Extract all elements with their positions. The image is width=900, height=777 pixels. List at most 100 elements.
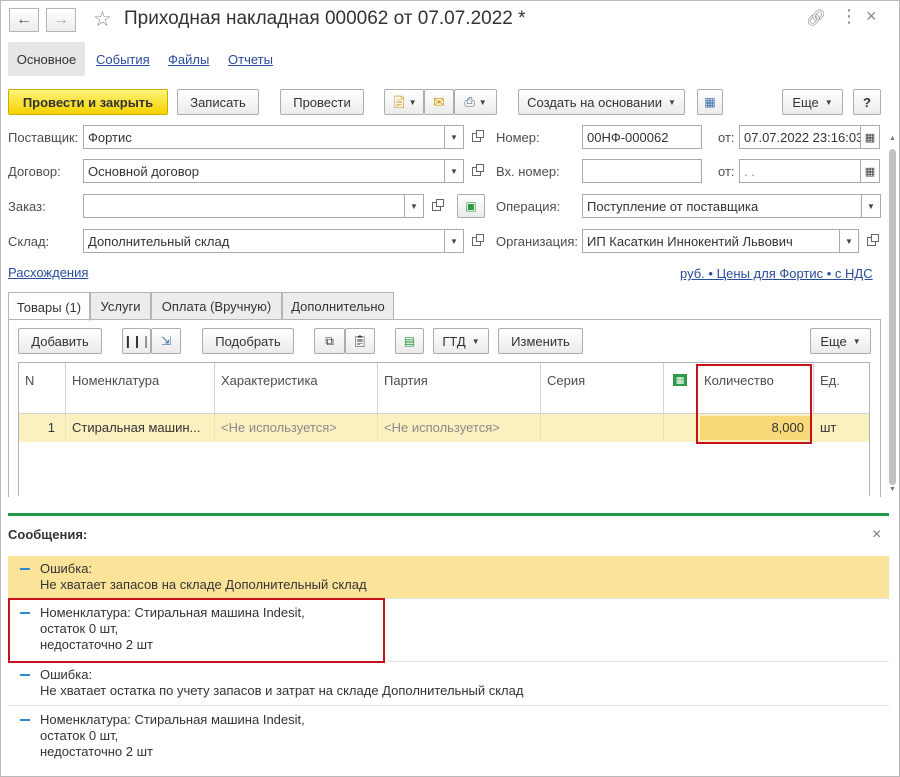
order-open-button[interactable] xyxy=(427,196,445,216)
toolbar-more-button[interactable]: Еще ▼ xyxy=(782,89,843,115)
organization-field[interactable]: ИП Касаткин Иннокентий Львович xyxy=(582,229,840,253)
column-header-nomenclature[interactable]: Номенклатура xyxy=(66,363,215,413)
post-and-close-button[interactable]: Провести и закрыть xyxy=(8,89,168,115)
in-date-field[interactable]: . . xyxy=(739,159,861,183)
table-more-button[interactable]: Еще ▼ xyxy=(810,328,871,354)
column-header-marking[interactable]: ▦ xyxy=(664,363,698,413)
tab-additional[interactable]: Дополнительно xyxy=(282,292,394,320)
prices-link[interactable]: руб. • Цены для Фортис • с НДС xyxy=(680,266,873,281)
section-reports[interactable]: Отчеты xyxy=(228,52,273,67)
tab-payment[interactable]: Оплата (Вручную) xyxy=(151,292,282,320)
order-dropdown-button[interactable]: ▼ xyxy=(404,194,424,218)
column-header-characteristic[interactable]: Характеристика xyxy=(215,363,378,413)
cell-batch[interactable]: <Не используется> xyxy=(378,414,541,442)
column-header-series[interactable]: Серия xyxy=(541,363,664,413)
contract-field[interactable]: Основной договор xyxy=(83,159,445,183)
number-field[interactable]: 00НФ-000062 xyxy=(582,125,702,149)
section-events[interactable]: События xyxy=(96,52,150,67)
create-based-on-label: Создать на основании xyxy=(527,94,662,110)
star-icon[interactable]: ☆ xyxy=(93,7,112,32)
date-calendar-button[interactable]: ▦ xyxy=(860,125,880,149)
toolbar-more-label: Еще xyxy=(792,94,819,110)
help-button[interactable]: ? xyxy=(853,89,881,115)
order-field[interactable] xyxy=(83,194,405,218)
create-based-on-button[interactable]: Создать на основании ▼ xyxy=(518,89,685,115)
message-item[interactable]: Номенклатура: Стиральная машина Indesit,… xyxy=(8,600,889,662)
cell-nomenclature[interactable]: Стиральная машин... xyxy=(66,414,215,442)
table-row[interactable]: 1 Стиральная машин... <Не используется> … xyxy=(19,414,869,442)
in-date-calendar-button[interactable]: ▦ xyxy=(860,159,880,183)
report-button[interactable]: 📄︎ ▼ xyxy=(384,89,424,115)
operation-dropdown-button[interactable]: ▼ xyxy=(861,194,881,218)
message-line: Номенклатура: Стиральная машина Indesit, xyxy=(40,712,305,727)
warehouse-field[interactable]: Дополнительный склад xyxy=(83,229,445,253)
open-icon xyxy=(866,233,879,246)
column-header-unit[interactable]: Ед. xyxy=(814,363,869,413)
barcode-button[interactable]: ❙❙❘ xyxy=(122,328,151,354)
message-line: Номенклатура: Стиральная машина Indesit, xyxy=(40,605,305,620)
fill-order-button[interactable]: ▣ xyxy=(457,194,485,218)
section-files[interactable]: Файлы xyxy=(168,52,209,67)
structure-button[interactable]: ▦ xyxy=(697,89,723,115)
message-line: остаток 0 шт, xyxy=(40,728,119,743)
organization-dropdown-button[interactable]: ▼ xyxy=(839,229,859,253)
change-button[interactable]: Изменить xyxy=(498,328,583,354)
supplier-field[interactable]: Фортис xyxy=(83,125,445,149)
date-field[interactable]: 07.07.2022 23:16:03 xyxy=(739,125,861,149)
column-header-batch[interactable]: Партия xyxy=(378,363,541,413)
column-header-quantity[interactable]: Количество xyxy=(698,363,814,413)
forward-button[interactable]: → xyxy=(46,8,76,32)
paste-rows-button[interactable]: 📋︎ xyxy=(345,328,375,354)
arrow-left-icon: ← xyxy=(16,11,32,28)
contract-open-button[interactable] xyxy=(467,161,485,181)
gtd-button[interactable]: ГТД ▼ xyxy=(433,328,489,354)
open-icon xyxy=(431,198,444,211)
data-collection-button[interactable]: ⇲ xyxy=(151,328,181,354)
in-number-label: Вх. номер: xyxy=(496,164,560,179)
pick-button[interactable]: Подобрать xyxy=(202,328,294,354)
form-scrollbar[interactable]: ▲ ▼ xyxy=(888,135,897,495)
contract-dropdown-button[interactable]: ▼ xyxy=(444,159,464,183)
add-row-button[interactable]: Добавить xyxy=(18,328,102,354)
warehouse-dropdown-button[interactable]: ▼ xyxy=(444,229,464,253)
operation-field[interactable]: Поступление от поставщика xyxy=(582,194,862,218)
scrollbar-thumb[interactable] xyxy=(889,149,896,485)
chevron-down-icon: ▼ xyxy=(845,236,853,246)
print-button[interactable]: ⎙ ▼ xyxy=(454,89,497,115)
copy-rows-button[interactable]: ⧉ xyxy=(314,328,345,354)
scroll-down-icon[interactable]: ▼ xyxy=(888,486,897,493)
message-item[interactable]: Ошибка: Не хватает запасов на складе Доп… xyxy=(8,556,889,599)
messages-close-icon[interactable]: × xyxy=(872,526,881,544)
warehouse-open-button[interactable] xyxy=(467,231,485,251)
post-button[interactable]: Провести xyxy=(280,89,364,115)
kebab-icon[interactable]: ⋮ xyxy=(840,6,858,27)
save-button[interactable]: Записать xyxy=(177,89,259,115)
discrepancies-link[interactable]: Расхождения xyxy=(8,265,88,280)
organization-open-button[interactable] xyxy=(862,231,880,251)
tab-goods[interactable]: Товары (1) xyxy=(8,292,90,321)
cell-quantity[interactable]: 8,000 xyxy=(700,416,810,440)
message-item[interactable]: Ошибка: Не хватает остатка по учету запа… xyxy=(8,662,889,706)
scanner-icon: ⇲ xyxy=(160,334,172,348)
column-header-n[interactable]: N xyxy=(19,363,66,413)
scroll-up-icon[interactable]: ▲ xyxy=(888,135,897,142)
in-number-field[interactable] xyxy=(582,159,702,183)
message-line: недостаточно 2 шт xyxy=(40,637,153,652)
supplier-open-button[interactable] xyxy=(467,127,485,147)
chevron-down-icon: ▼ xyxy=(450,132,458,142)
edit-prices-button[interactable]: ▤ xyxy=(395,328,424,354)
link-icon[interactable]: 🔗︎ xyxy=(806,8,826,28)
messages-separator xyxy=(8,513,889,516)
supplier-dropdown-button[interactable]: ▼ xyxy=(444,125,464,149)
section-main[interactable]: Основное xyxy=(8,42,85,76)
message-line: Не хватает остатка по учету запасов и за… xyxy=(40,683,524,698)
tab-services[interactable]: Услуги xyxy=(90,292,151,320)
close-icon[interactable]: × xyxy=(866,6,877,27)
cell-unit[interactable]: шт xyxy=(814,414,869,442)
cell-characteristic[interactable]: <Не используется> xyxy=(215,414,378,442)
back-button[interactable]: ← xyxy=(9,8,39,32)
cell-series[interactable] xyxy=(541,414,664,442)
message-item[interactable]: Номенклатура: Стиральная машина Indesit,… xyxy=(8,707,889,769)
chevron-down-icon: ▼ xyxy=(478,97,487,107)
email-button[interactable]: ✉ xyxy=(424,89,454,115)
